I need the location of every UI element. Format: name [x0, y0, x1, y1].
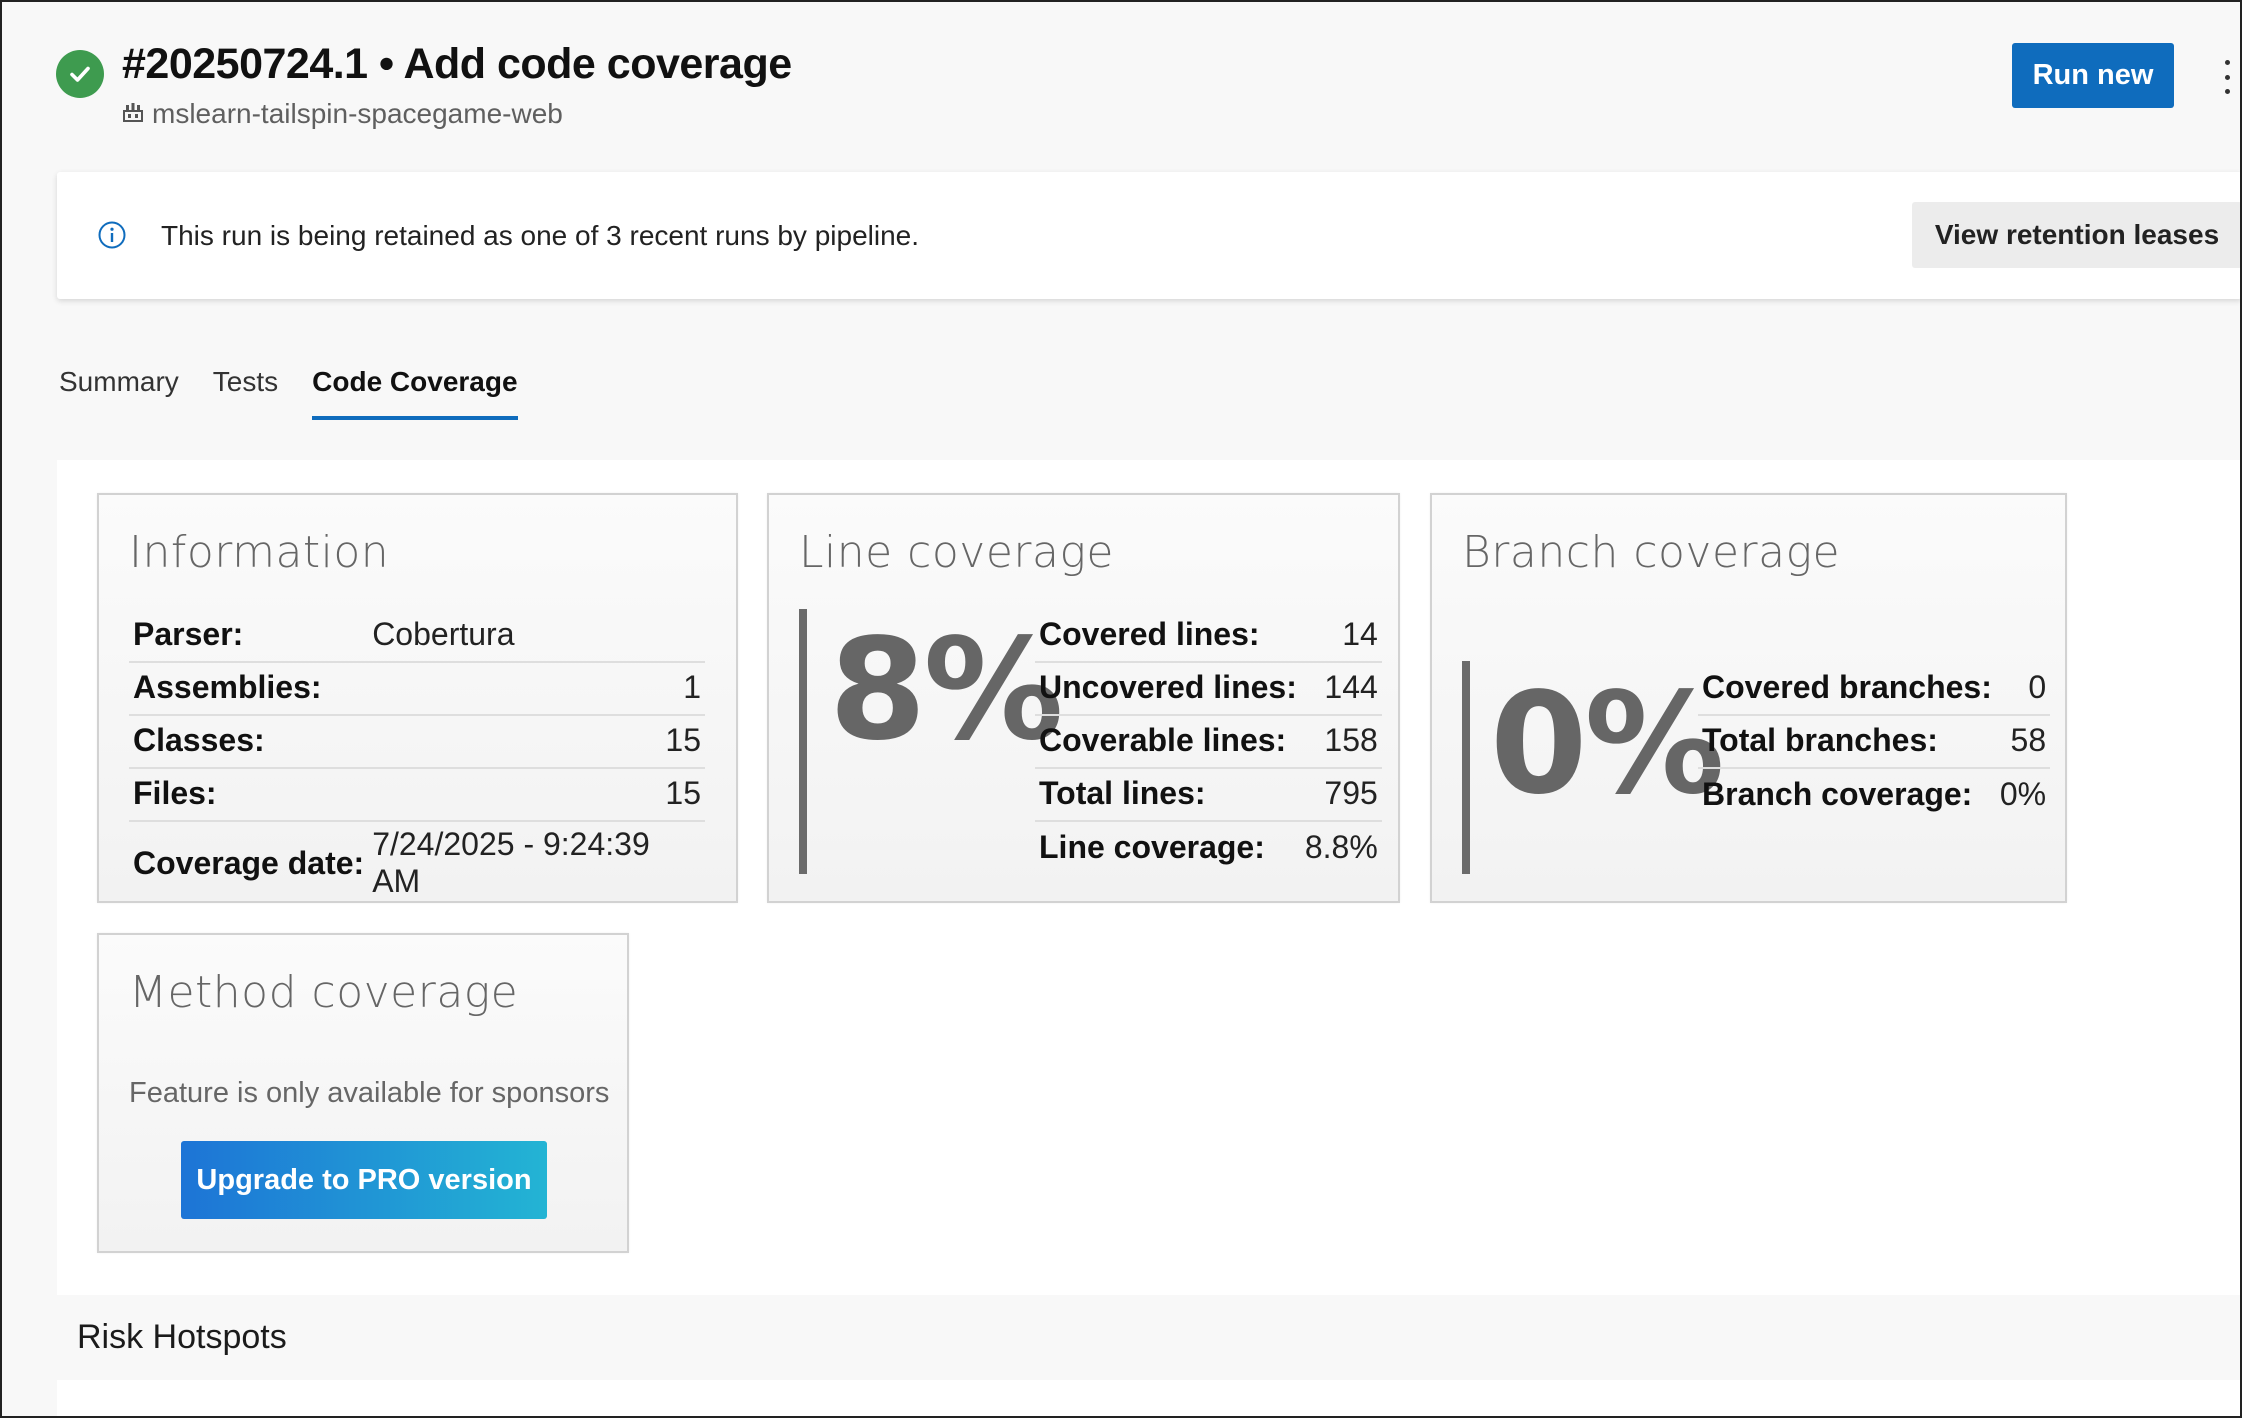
coverage-date-value: 7/24/2025 - 9:24:39 AM [368, 820, 705, 906]
table-row: Classes: 15 [129, 714, 705, 768]
information-title: Information [129, 527, 390, 578]
line-coverage-table: Covered lines: 14 Uncovered lines: 144 C… [1035, 609, 1382, 874]
run-new-button[interactable]: Run new [2012, 43, 2174, 108]
total-branches-label: Total branches: [1698, 714, 1996, 768]
covered-lines-label: Covered lines: [1039, 615, 1260, 652]
table-row: Covered branches: 0 [1698, 662, 2050, 715]
info-icon [97, 220, 127, 250]
risk-hotspots-heading: Risk Hotspots [77, 1318, 287, 1356]
information-card: Information Parser: Cobertura Assemblies… [97, 493, 738, 906]
branch-coverage-table: Covered branches: 0 Total branches: 58 B… [1698, 662, 2051, 821]
line-coverage-label: Line coverage: [1035, 820, 1301, 874]
covered-lines-value: 14 [1342, 615, 1378, 652]
table-row: Branch coverage: 0% [1698, 767, 2051, 821]
files-value: 15 [368, 767, 705, 821]
tab-summary[interactable]: Summary [59, 362, 179, 420]
branch-coverage-label: Branch coverage: [1698, 767, 1996, 821]
table-row: Files: 15 [129, 767, 705, 821]
branch-coverage-title: Branch coverage [1462, 527, 1841, 578]
retention-banner: This run is being retained as one of 3 r… [57, 172, 2242, 299]
branch-coverage-percent: 0% [1490, 663, 1725, 826]
risk-hotspots-panel [57, 1380, 2242, 1418]
uncovered-lines-value: 144 [1300, 661, 1382, 715]
total-branches-value: 58 [1995, 714, 2051, 768]
table-row: Covered lines: 14 [1035, 609, 1382, 662]
tab-code-coverage[interactable]: Code Coverage [312, 362, 518, 420]
tab-tests[interactable]: Tests [213, 362, 278, 420]
tab-bar: Summary Tests Code Coverage [59, 362, 552, 420]
table-row: Coverable lines: 158 [1035, 714, 1382, 768]
table-row: Assemblies: 1 [129, 661, 705, 715]
more-vertical-icon[interactable] [2212, 60, 2242, 94]
table-row: Parser: Cobertura [129, 609, 705, 662]
line-coverage-value: 8.8% [1300, 820, 1382, 874]
information-table: Parser: Cobertura Assemblies: 1 Classes:… [129, 609, 705, 906]
banner-text: This run is being retained as one of 3 r… [161, 220, 920, 251]
sponsor-message: Feature is only available for sponsors [129, 1077, 610, 1109]
table-row: Coverage date: 7/24/2025 - 9:24:39 AM [129, 820, 705, 906]
coverage-report: Information Parser: Cobertura Assemblies… [57, 460, 2242, 1295]
table-row: Uncovered lines: 144 [1035, 661, 1382, 715]
line-coverage-title: Line coverage [799, 527, 1114, 578]
table-row: Total branches: 58 [1698, 714, 2051, 768]
assemblies-label: Assemblies: [129, 661, 369, 715]
branch-coverage-card: Branch coverage 0% Covered branches: 0 T… [1430, 493, 2067, 903]
view-retention-leases-button[interactable]: View retention leases [1912, 202, 2242, 268]
covered-branches-label: Covered branches: [1702, 668, 1992, 705]
upgrade-pro-button[interactable]: Upgrade to PRO version [181, 1141, 547, 1219]
branch-coverage-value: 0% [1995, 767, 2051, 821]
total-lines-label: Total lines: [1035, 767, 1301, 821]
coverage-date-label: Coverage date: [129, 820, 369, 906]
coverable-lines-label: Coverable lines: [1035, 714, 1301, 768]
repo-link[interactable]: mslearn-tailspin-spacegame-web [122, 98, 563, 130]
table-row: Line coverage: 8.8% [1035, 820, 1382, 874]
classes-value: 15 [368, 714, 705, 768]
repo-name: mslearn-tailspin-spacegame-web [152, 98, 563, 129]
line-coverage-card: Line coverage 8% Covered lines: 14 Uncov… [767, 493, 1400, 903]
assemblies-value: 1 [368, 661, 705, 715]
method-coverage-title: Method coverage [129, 967, 519, 1018]
method-coverage-card: Method coverage Feature is only availabl… [97, 933, 629, 1253]
line-coverage-bar [799, 609, 807, 874]
repository-icon [122, 101, 144, 128]
succeeded-status-icon [56, 50, 104, 98]
covered-branches-value: 0 [2028, 668, 2047, 705]
branch-coverage-bar [1462, 661, 1470, 874]
uncovered-lines-label: Uncovered lines: [1035, 661, 1301, 715]
classes-label: Classes: [129, 714, 369, 768]
total-lines-value: 795 [1300, 767, 1382, 821]
parser-value: Cobertura [372, 615, 515, 652]
coverable-lines-value: 158 [1300, 714, 1382, 768]
run-title: #20250724.1 • Add code coverage [122, 40, 792, 88]
parser-label: Parser: [133, 615, 244, 652]
line-coverage-percent: 8% [829, 609, 1064, 772]
files-label: Files: [129, 767, 369, 821]
table-row: Total lines: 795 [1035, 767, 1382, 821]
